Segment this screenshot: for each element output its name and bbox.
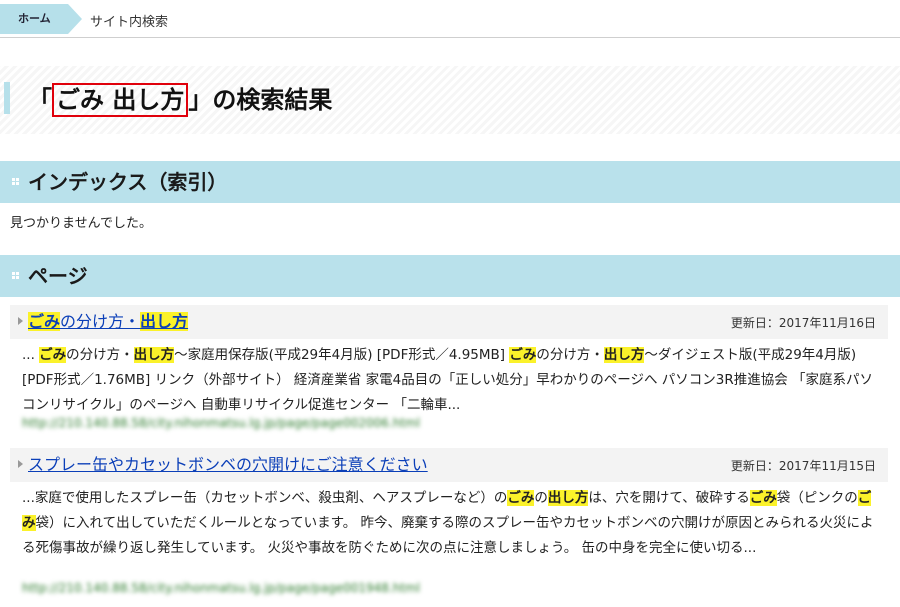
highlighted-term: ごみ [749, 490, 777, 506]
text-run: ... [22, 347, 40, 363]
highlighted-term: ごみ [28, 312, 61, 331]
result-header: スプレー缶やカセットボンベの穴開けにご注意ください 更新日：2017年11月15… [10, 448, 888, 482]
breadcrumb: ホーム サイト内検索 [0, 0, 900, 38]
result-updated-date: 更新日：2017年11月15日 [730, 459, 876, 473]
result-snippet: ... ごみの分け方・出し方〜家庭用保存版(平成29年4月版) [PDF形式／4… [22, 343, 882, 418]
result-url[interactable]: http://210.140.88.58/city.nihonmatsu.lg.… [22, 416, 420, 430]
text-run: 袋）に入れて出していただくルールとなっています。 昨今、廃棄する際のスプレー缶や… [22, 515, 874, 556]
text-run: 〜家庭用保存版(平成29年4月版) [PDF形式／4.95MB] [174, 347, 510, 363]
text-run: の分け方・ [66, 347, 134, 363]
result-url[interactable]: http://210.140.88.58/city.nihonmatsu.lg.… [22, 581, 420, 595]
text-run: ...家庭で使用したスプレー缶（カセットボンベ、殺虫剤、ヘアスプレーなど）の [22, 490, 508, 506]
result-header: ごみの分け方・出し方 更新日：2017年11月16日 [10, 305, 888, 339]
highlighted-term: ごみ [509, 347, 537, 363]
square-bullet-icon [12, 272, 20, 280]
text-run: スプレー缶やカセットボンベの穴開けにご注意ください [28, 455, 428, 474]
title-accent-bar [4, 82, 10, 114]
caret-right-icon [18, 317, 23, 325]
breadcrumb-home-link[interactable]: ホーム [0, 4, 68, 34]
highlighted-term: ごみ [39, 347, 67, 363]
search-query: ごみ 出し方 [52, 83, 189, 117]
caret-right-icon [18, 460, 23, 468]
text-run: は、穴を開けて、破砕する [588, 490, 750, 506]
square-bullet-icon [12, 178, 20, 186]
no-result-message: 見つかりませんでした。 [10, 216, 152, 231]
result-title-link[interactable]: ごみの分け方・出し方 [28, 311, 189, 333]
text-run: の [534, 490, 548, 506]
title-open-bracket: 「 [28, 86, 52, 114]
breadcrumb-current: サイト内検索 [90, 15, 169, 30]
result-title-link[interactable]: スプレー缶やカセットボンベの穴開けにご注意ください [28, 454, 428, 476]
title-suffix: 」の検索結果 [188, 86, 333, 114]
result-snippet: ...家庭で使用したスプレー缶（カセットボンベ、殺虫剤、ヘアスプレーなど）のごみ… [22, 486, 882, 561]
highlighted-term: 出し方 [547, 490, 589, 506]
section-header-page: ページ [0, 255, 900, 297]
highlighted-term: 出し方 [603, 347, 645, 363]
page-title: 「ごみ 出し方 」の検索結果 [28, 83, 332, 117]
breadcrumb-home[interactable]: ホーム [0, 4, 82, 34]
highlighted-term: 出し方 [140, 312, 189, 331]
text-run: の分け方・ [60, 312, 141, 331]
text-run: 袋（ピンクの [776, 490, 858, 506]
section-title-page: ページ [28, 264, 88, 288]
section-title-index: インデックス（索引） [28, 170, 228, 194]
highlighted-term: 出し方 [133, 347, 175, 363]
highlighted-term: ごみ [507, 490, 535, 506]
text-run: の分け方・ [536, 347, 604, 363]
result-updated-date: 更新日：2017年11月16日 [730, 316, 876, 330]
section-header-index: インデックス（索引） [0, 161, 900, 203]
